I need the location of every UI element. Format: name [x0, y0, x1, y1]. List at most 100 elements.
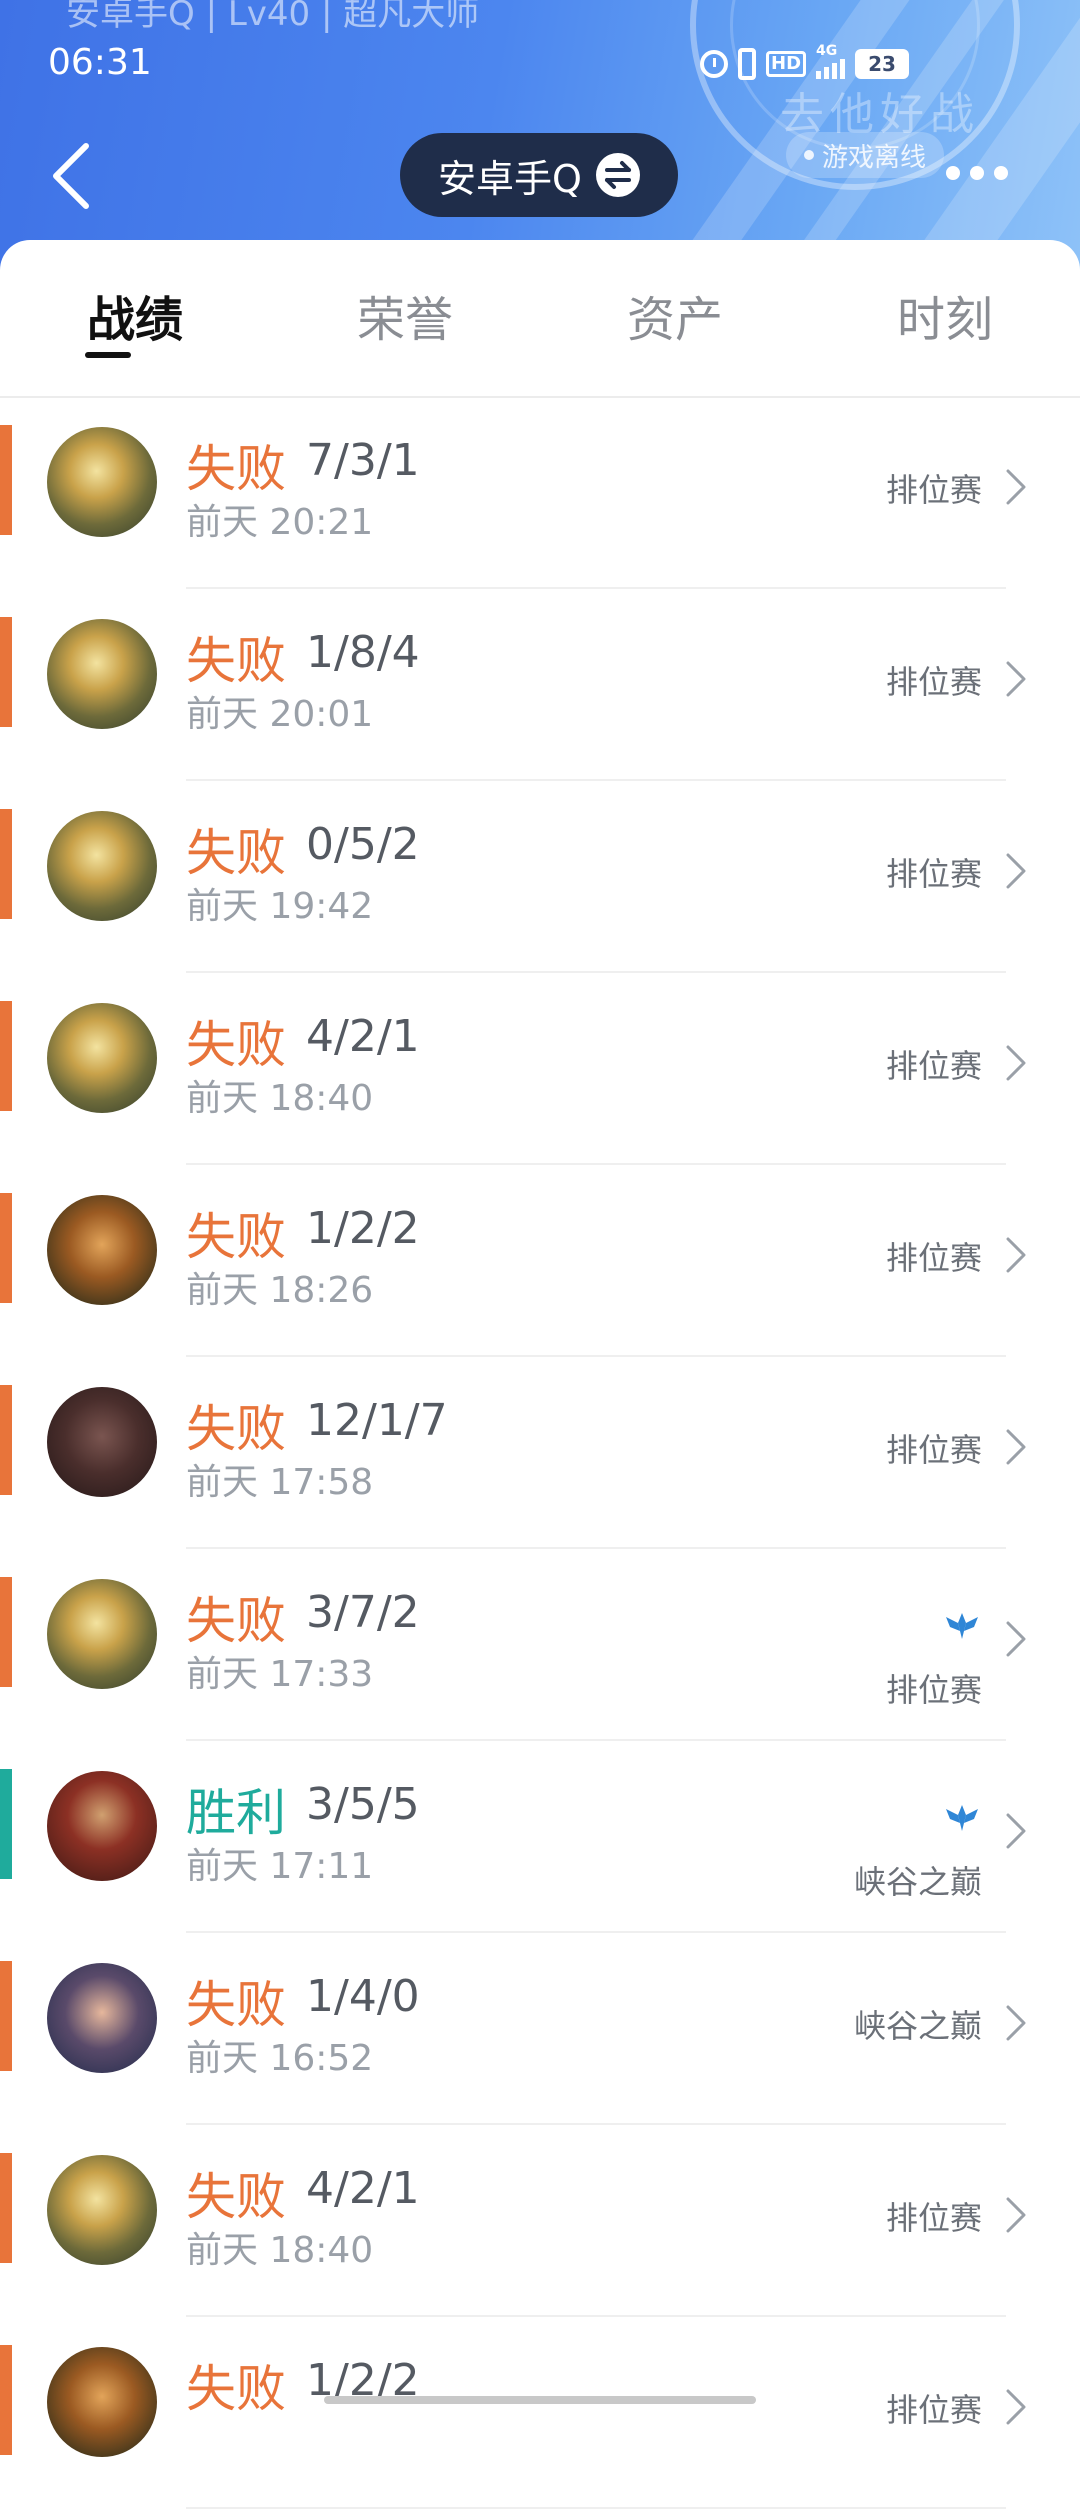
- match-result: 失败: [186, 1208, 286, 1266]
- match-row[interactable]: 失败 0/5/2 前天 19:42 排位赛: [0, 781, 1080, 973]
- result-indicator-bar: [0, 1001, 12, 1111]
- match-row[interactable]: 失败 1/2/2 前天 18:26 排位赛: [0, 1165, 1080, 1357]
- account-switcher[interactable]: 安卓手Q: [400, 133, 678, 217]
- match-row[interactable]: 失败 1/2/2 排位赛: [0, 2317, 1080, 2509]
- result-indicator-bar: [0, 2153, 12, 2263]
- hero-avatar: [47, 1963, 157, 2073]
- hero-avatar: [47, 1771, 157, 1881]
- result-indicator-bar: [0, 1577, 12, 1687]
- chevron-right-icon: [1006, 2005, 1026, 2041]
- alarm-icon: [700, 50, 728, 78]
- chevron-right-icon: [1006, 1237, 1026, 1273]
- signal-icon: 4G: [816, 43, 846, 79]
- online-status-badge: 游戏离线: [786, 132, 945, 178]
- result-indicator-bar: [0, 1385, 12, 1495]
- match-result: 失败: [186, 440, 286, 498]
- match-result: 失败: [186, 632, 286, 690]
- match-kda: 7/3/1: [306, 435, 420, 486]
- match-mode: 排位赛: [885, 855, 982, 893]
- match-time: 前天 19:42: [186, 886, 374, 927]
- chevron-left-icon: [53, 143, 89, 209]
- tab-indicator: [85, 352, 131, 358]
- match-result: 失败: [186, 1016, 286, 1074]
- tab-honors[interactable]: 荣誉: [315, 280, 495, 350]
- match-mode: 排位赛: [885, 2391, 982, 2429]
- chevron-right-icon: [1006, 1429, 1026, 1465]
- match-time: 前天 17:58: [186, 1462, 374, 1503]
- match-row[interactable]: 失败 4/2/1 前天 18:40 排位赛: [0, 2125, 1080, 2317]
- status-dot-icon: [804, 150, 814, 160]
- match-time: 前天 17:33: [186, 1654, 374, 1695]
- match-result: 胜利: [186, 1784, 286, 1842]
- account-name: 安卓手Q: [438, 156, 582, 201]
- match-mode: 排位赛: [885, 663, 982, 701]
- match-time: 前天 17:11: [186, 1846, 374, 1887]
- match-row[interactable]: 失败 7/3/1 前天 20:21 排位赛: [0, 397, 1080, 589]
- battery-icon: 23: [855, 49, 910, 79]
- result-indicator-bar: [0, 2345, 12, 2455]
- hd-icon: HD: [766, 51, 807, 77]
- match-list: 失败 7/3/1 前天 20:21 排位赛 失败 1/8/4 前天 20:01 …: [0, 397, 1080, 2509]
- hero-avatar: [47, 427, 157, 537]
- mvp-badge-icon: [946, 1805, 978, 1831]
- match-mode: 排位赛: [885, 1431, 982, 1469]
- hero-avatar: [47, 1195, 157, 1305]
- hero-avatar: [47, 2155, 157, 2265]
- more-dot-icon: [946, 166, 960, 180]
- hero-avatar: [47, 2347, 157, 2457]
- more-button[interactable]: [946, 166, 1008, 180]
- tab-assets[interactable]: 资产: [585, 280, 765, 350]
- match-mode: 峡谷之巅: [853, 2007, 982, 2045]
- match-kda: 4/2/1: [306, 1011, 420, 1062]
- match-row[interactable]: 失败 1/4/0 前天 16:52 峡谷之巅: [0, 1933, 1080, 2125]
- match-mode: 排位赛: [885, 1047, 982, 1085]
- match-kda: 4/2/1: [306, 2163, 420, 2214]
- match-time: 前天 20:21: [186, 502, 374, 543]
- match-kda: 0/5/2: [306, 819, 420, 870]
- match-mode: 排位赛: [885, 1671, 982, 1709]
- hero-avatar: [47, 1579, 157, 1689]
- more-dot-icon: [994, 166, 1008, 180]
- match-result: 失败: [186, 824, 286, 882]
- match-time: 前天 18:40: [186, 2230, 374, 2271]
- tab-bar: 战绩 荣誉 资产 时刻: [0, 240, 1080, 398]
- back-button[interactable]: [46, 140, 106, 212]
- match-mode: 峡谷之巅: [853, 1863, 982, 1901]
- tab-moments[interactable]: 时刻: [855, 280, 1035, 350]
- match-result: 失败: [186, 2360, 286, 2418]
- chevron-right-icon: [1006, 469, 1026, 505]
- match-row[interactable]: 失败 1/8/4 前天 20:01 排位赛: [0, 589, 1080, 781]
- hero-avatar: [47, 1387, 157, 1497]
- home-indicator[interactable]: [324, 2396, 756, 2404]
- vibrate-icon: [738, 48, 756, 80]
- chevron-right-icon: [1006, 853, 1026, 889]
- status-time: 06:31: [48, 42, 152, 83]
- match-row[interactable]: 失败 3/7/2 前天 17:33 排位赛: [0, 1549, 1080, 1741]
- mvp-badge-icon: [946, 1613, 978, 1639]
- match-mode: 排位赛: [885, 471, 982, 509]
- chevron-right-icon: [1006, 2197, 1026, 2233]
- tab-records[interactable]: 战绩: [45, 280, 225, 350]
- match-row[interactable]: 胜利 3/5/5 前天 17:11 峡谷之巅: [0, 1741, 1080, 1933]
- match-time: 前天 18:40: [186, 1078, 374, 1119]
- match-kda: 1/8/4: [306, 627, 420, 678]
- match-result: 失败: [186, 1592, 286, 1650]
- match-kda: 1/2/2: [306, 1203, 420, 1254]
- match-kda: 1/4/0: [306, 1971, 420, 2022]
- match-time: 前天 16:52: [186, 2038, 374, 2079]
- match-result: 失败: [186, 2168, 286, 2226]
- match-row[interactable]: 失败 12/1/7 前天 17:58 排位赛: [0, 1357, 1080, 1549]
- profile-header: 去他好战 安卓手Q | Lv40 | 超凡大师 06:31 HD 4G 23 安…: [0, 0, 1080, 270]
- more-dot-icon: [970, 166, 984, 180]
- match-result: 失败: [186, 1976, 286, 2034]
- chevron-right-icon: [1006, 661, 1026, 697]
- match-time: 前天 18:26: [186, 1270, 374, 1311]
- match-result: 失败: [186, 1400, 286, 1458]
- result-indicator-bar: [0, 1769, 12, 1879]
- result-indicator-bar: [0, 1193, 12, 1303]
- match-kda: 3/5/5: [306, 1779, 420, 1830]
- match-row[interactable]: 失败 4/2/1 前天 18:40 排位赛: [0, 973, 1080, 1165]
- match-kda: 12/1/7: [306, 1395, 448, 1446]
- result-indicator-bar: [0, 425, 12, 535]
- hero-avatar: [47, 1003, 157, 1113]
